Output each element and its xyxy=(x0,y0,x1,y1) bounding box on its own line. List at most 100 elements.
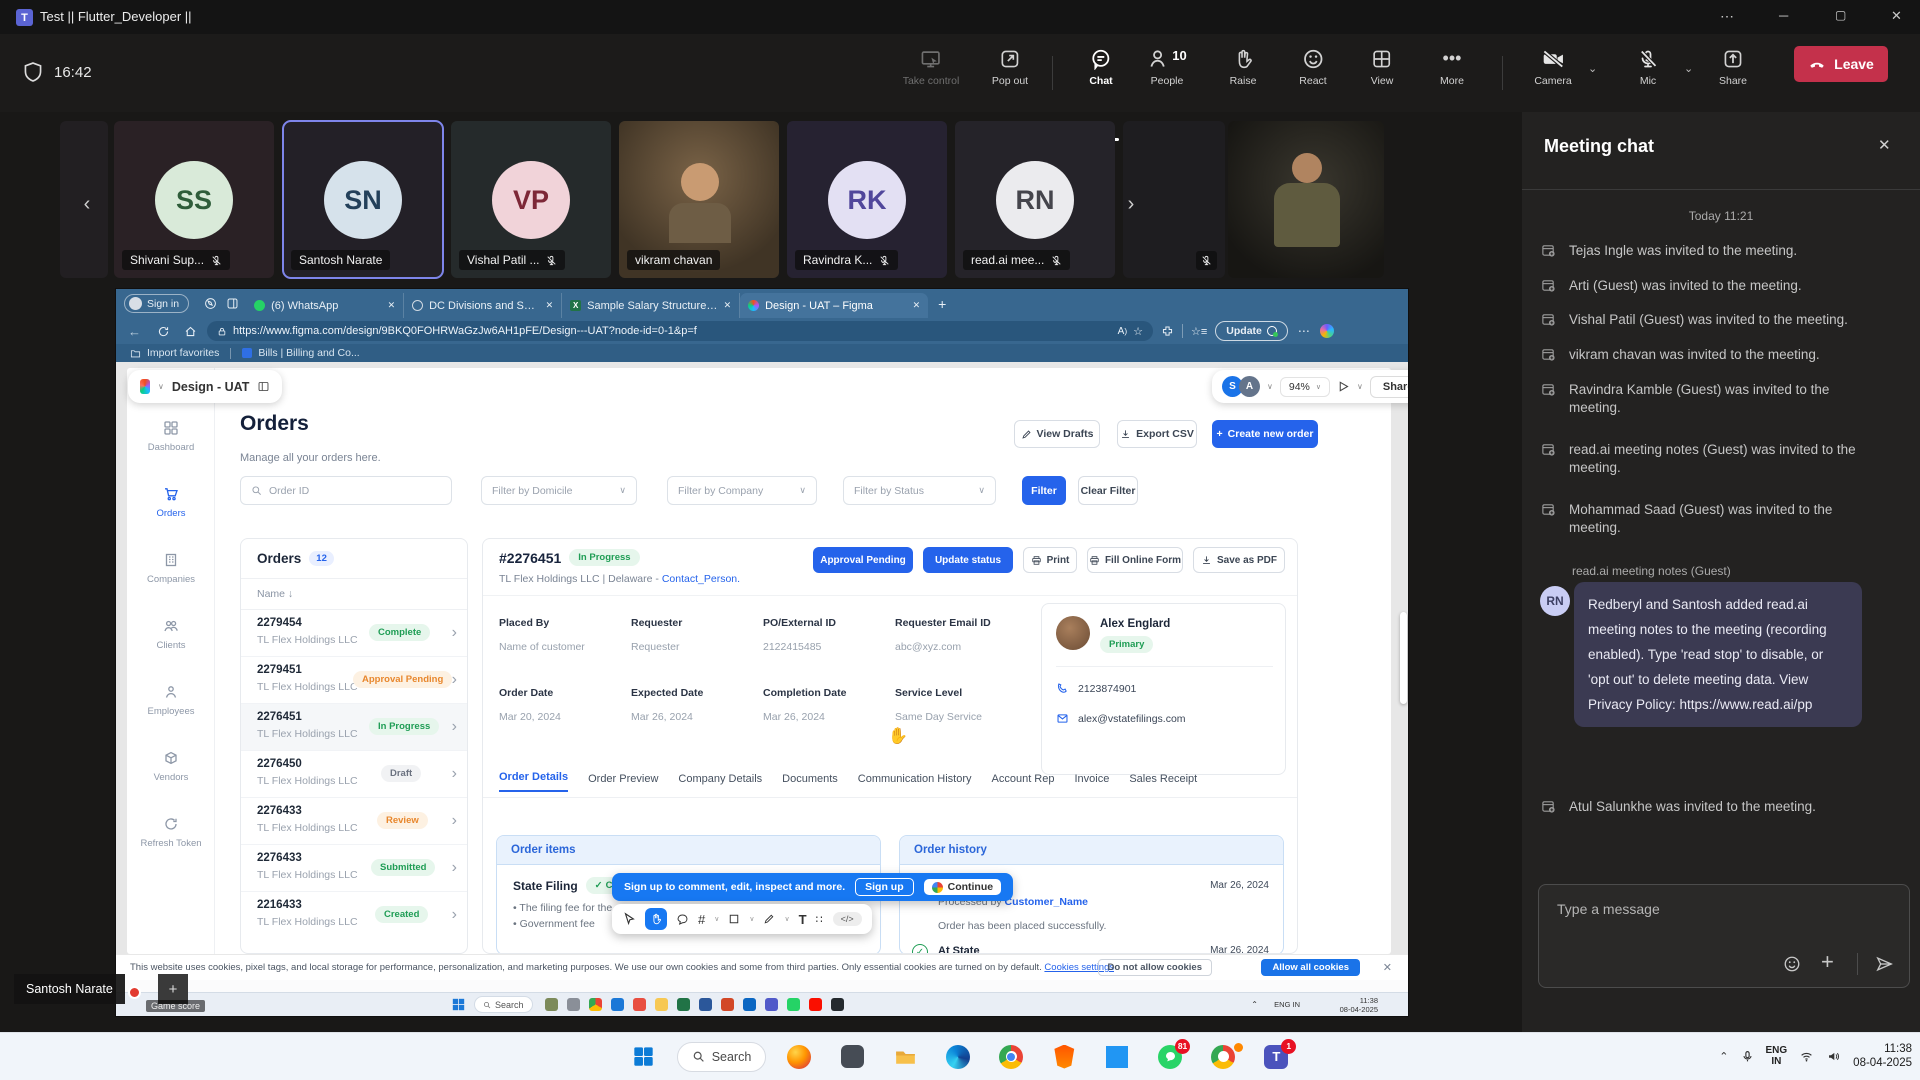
chrome-icon[interactable] xyxy=(991,1037,1031,1077)
shared-clock[interactable]: 11:3808-04-2025 xyxy=(1340,996,1378,1014)
collaborator-avatar[interactable]: A xyxy=(1239,376,1260,397)
move-tool-icon[interactable] xyxy=(622,912,636,926)
message-input[interactable]: Type a message xyxy=(1557,901,1660,917)
copilot-icon[interactable] xyxy=(1320,324,1334,338)
fill-online-form-button[interactable]: Fill Online Form xyxy=(1087,547,1183,573)
order-row-selected[interactable]: 2276451TL Flex Holdings LLCIn Progress› xyxy=(241,704,467,751)
close-window-icon[interactable]: ✕ xyxy=(1891,8,1902,24)
edge-icon[interactable] xyxy=(611,998,624,1011)
extensions-icon[interactable] xyxy=(1161,325,1174,338)
sidebar-item-vendors[interactable]: Vendors xyxy=(127,750,215,783)
language-indicator[interactable]: ENGIN xyxy=(1766,1045,1788,1067)
chevron-down-icon[interactable]: ∨ xyxy=(1267,382,1273,391)
refresh-icon[interactable] xyxy=(157,325,170,338)
shape-tool-icon[interactable] xyxy=(728,913,740,925)
dev-mode-toggle[interactable]: </> xyxy=(833,912,862,926)
tab-invoice[interactable]: Invoice xyxy=(1074,773,1109,792)
video-tile[interactable]: VP Vishal Patil ... xyxy=(451,121,611,278)
video-tile[interactable]: RK Ravindra K... xyxy=(787,121,947,278)
comment-tool-icon[interactable] xyxy=(676,913,689,926)
order-row[interactable]: 2276433TL Flex Holdings LLCReview› xyxy=(241,798,467,845)
favorites-bar-icon[interactable]: ☆≡ xyxy=(1191,325,1207,338)
url-field[interactable]: https://www.figma.com/design/9BKQ0FOHRWa… xyxy=(207,321,1153,341)
chevron-down-icon[interactable]: ∨ xyxy=(158,382,164,391)
read-aloud-icon[interactable]: A) xyxy=(1118,326,1127,337)
order-row[interactable]: 2276433TL Flex Holdings LLCSubmitted› xyxy=(241,845,467,892)
tiles-previous-icon[interactable]: ‹ xyxy=(74,190,100,218)
browser-tab[interactable]: DC Divisions and Surroundings ✕ xyxy=(404,293,562,318)
video-tile[interactable]: SS Shivani Sup... xyxy=(114,121,274,278)
contact-person-link[interactable]: Contact_Person. xyxy=(662,573,740,585)
contact-phone[interactable]: 2123874901 xyxy=(1078,683,1136,695)
raise-hand-button[interactable]: Raise xyxy=(1230,48,1257,87)
tab-account-rep[interactable]: Account Rep xyxy=(992,773,1055,792)
chevron-down-icon[interactable]: ∨ xyxy=(784,915,789,923)
shared-language-indicator[interactable]: ENG IN xyxy=(1274,1001,1300,1009)
maximize-icon[interactable]: ▢ xyxy=(1835,8,1846,22)
video-tile[interactable]: vikram chavan xyxy=(619,121,779,278)
figma-share-button[interactable]: Share xyxy=(1370,376,1408,398)
explorer-icon[interactable] xyxy=(655,998,668,1011)
message-composer[interactable]: Type a message + xyxy=(1538,884,1910,988)
powerpoint-icon[interactable] xyxy=(721,998,734,1011)
adobe-icon[interactable] xyxy=(809,998,822,1011)
filter-button[interactable]: Filter xyxy=(1022,476,1066,505)
browser-tab[interactable]: (6) WhatsApp ✕ xyxy=(246,293,404,318)
tab-order-preview[interactable]: Order Preview xyxy=(588,773,658,792)
order-row[interactable]: 2216433TL Flex Holdings LLCCreated› xyxy=(241,892,467,939)
opera-icon[interactable] xyxy=(633,998,646,1011)
shared-search-box[interactable]: Search xyxy=(474,996,533,1013)
approval-pending-button[interactable]: Approval Pending xyxy=(813,547,913,573)
people-button[interactable]: 10 People xyxy=(1147,48,1186,87)
shared-tray-chevron-icon[interactable]: ⌃ xyxy=(1251,1000,1258,1009)
tab-documents[interactable]: Documents xyxy=(782,773,838,792)
create-new-order-button[interactable]: +Create new order xyxy=(1212,420,1318,448)
continue-with-google-button[interactable]: Continue xyxy=(924,879,1002,895)
mic-chevron-icon[interactable]: ⌄ xyxy=(1684,62,1693,75)
close-chat-icon[interactable]: ✕ xyxy=(1878,136,1891,154)
excel-icon[interactable] xyxy=(677,998,690,1011)
order-row[interactable]: 2276450TL Flex Holdings LLCDraft› xyxy=(241,751,467,798)
new-tab-icon[interactable]: + xyxy=(938,296,946,312)
edge-icon[interactable] xyxy=(938,1037,978,1077)
save-as-pdf-button[interactable]: Save as PDF xyxy=(1193,547,1285,573)
video-tile[interactable] xyxy=(1228,121,1384,278)
brave-icon[interactable] xyxy=(1044,1037,1084,1077)
figma-file-pill[interactable]: ∨ Design - UAT xyxy=(128,370,282,403)
list-column-header[interactable]: Name ↓ xyxy=(241,579,467,610)
tab-communication-history[interactable]: Communication History xyxy=(858,773,972,792)
video-tile[interactable]: RN read.ai mee... xyxy=(955,121,1115,278)
chevron-down-icon[interactable]: ∨ xyxy=(714,915,719,923)
close-cookie-icon[interactable]: ✕ xyxy=(1383,961,1392,974)
close-tab-icon[interactable]: ✕ xyxy=(913,300,921,311)
pen-tool-icon[interactable] xyxy=(763,913,775,925)
chevron-down-icon[interactable]: ∨ xyxy=(749,915,754,923)
firefox-icon[interactable] xyxy=(779,1037,819,1077)
camera-chevron-icon[interactable]: ⌄ xyxy=(1588,62,1597,75)
components-tool-icon[interactable]: ∷ xyxy=(816,913,824,926)
tab-actions-icon[interactable] xyxy=(226,297,239,310)
workspaces-icon[interactable] xyxy=(204,297,217,310)
canvas-scrollbar[interactable] xyxy=(1400,612,1407,704)
order-row[interactable]: 2279454TL Flex Holdings LLCComplete› xyxy=(241,610,467,657)
tray-chevron-icon[interactable]: ⌃ xyxy=(1719,1050,1728,1063)
update-browser-button[interactable]: Update xyxy=(1215,321,1288,341)
gray-app-icon[interactable] xyxy=(832,1037,872,1077)
frame-tool-icon[interactable]: # xyxy=(698,912,705,927)
sign-up-button[interactable]: Sign up xyxy=(855,878,914,896)
zoom-level-select[interactable]: 94%∨ xyxy=(1280,377,1330,397)
send-icon[interactable] xyxy=(1875,955,1894,973)
sidebar-item-orders[interactable]: Orders xyxy=(127,486,215,519)
files-app-icon[interactable] xyxy=(567,998,580,1011)
teams-icon[interactable] xyxy=(765,998,778,1011)
order-row[interactable]: 2279451TL Flex Holdings LLCApproval Pend… xyxy=(241,657,467,704)
sidebar-item-clients[interactable]: Clients xyxy=(127,618,215,651)
chrome-icon[interactable] xyxy=(589,998,602,1011)
hand-tool-icon-active[interactable] xyxy=(645,908,667,930)
teams-icon[interactable]: T 1 xyxy=(1256,1037,1296,1077)
sidebar-item-companies[interactable]: Companies xyxy=(127,552,215,585)
mic-button[interactable]: Mic xyxy=(1638,48,1658,87)
sidebar-item-dashboard[interactable]: Dashboard xyxy=(127,420,215,453)
filter-status-select[interactable]: Filter by Status∨ xyxy=(843,476,996,505)
start-icon[interactable] xyxy=(452,998,465,1011)
